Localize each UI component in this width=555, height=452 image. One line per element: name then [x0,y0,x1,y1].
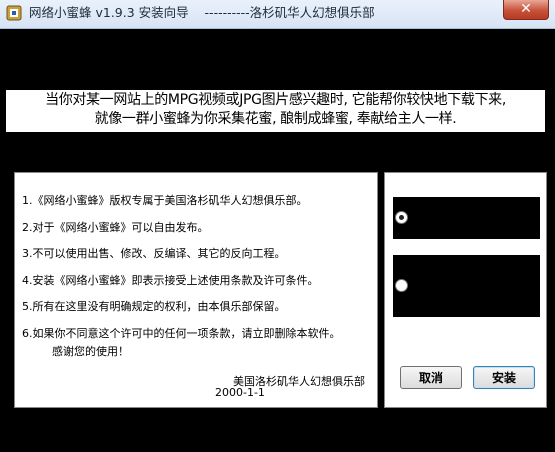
description-banner: 当你对某一网站上的MPG视频或JPG图片感兴趣时, 它能帮你较快地下载下来, 就… [6,90,545,132]
close-icon: ✕ [520,1,532,17]
signature-organization: 美国洛杉矶华人幻想俱乐部 [233,375,365,388]
banner-line-2: 就像一群小蜜蜂为你采集花蜜, 酿制成蜂蜜, 奉献给主人一样. [94,111,457,127]
window-title: 网络小蜜蜂 v1.9.3 安装向导 ----------洛杉矶华人幻想俱乐部 [29,5,375,20]
radio-selected-dot-icon [399,215,404,220]
option-2-radio[interactable] [395,279,408,292]
signature-date: 2000-1-1 [215,386,265,399]
install-button[interactable]: 安装 [473,366,535,389]
banner-line-1: 当你对某一网站上的MPG视频或JPG图片感兴趣时, 它能帮你较快地下载下来, [45,92,506,108]
install-options-panel: 取消 安装 [384,172,547,408]
license-panel: 1.《网络小蜜蜂》版权专属于美国洛杉矶华人幻想俱乐部。 2.对于《网络小蜜蜂》可… [14,172,378,408]
close-button[interactable]: ✕ [503,0,549,20]
app-icon [6,5,22,21]
license-item: 3.不可以使用出售、修改、反编译、其它的反向工程。 [22,247,286,260]
license-list: 1.《网络小蜜蜂》版权专属于美国洛杉矶华人幻想俱乐部。 2.对于《网络小蜜蜂》可… [22,188,341,347]
thanks-text: 感谢您的使用！ [52,345,129,358]
license-item: 2.对于《网络小蜜蜂》可以自由发布。 [22,220,209,234]
title-bar[interactable]: 网络小蜜蜂 v1.9.3 安装向导 ----------洛杉矶华人幻想俱乐部 ✕ [0,0,555,29]
option-1-radio[interactable] [395,211,408,224]
installer-window: 网络小蜜蜂 v1.9.3 安装向导 ----------洛杉矶华人幻想俱乐部 ✕… [0,0,555,452]
install-option-2[interactable] [393,255,540,317]
license-item: 4.安装《网络小蜜蜂》即表示接受上述使用条款及许可条件。 [22,273,319,287]
license-item: 5.所有在这里没有明确规定的权利，由本俱乐部保留。 [22,300,286,313]
install-option-1[interactable] [393,197,540,239]
license-item: 1.《网络小蜜蜂》版权专属于美国洛杉矶华人幻想俱乐部。 [22,194,308,207]
cancel-button[interactable]: 取消 [400,366,462,389]
